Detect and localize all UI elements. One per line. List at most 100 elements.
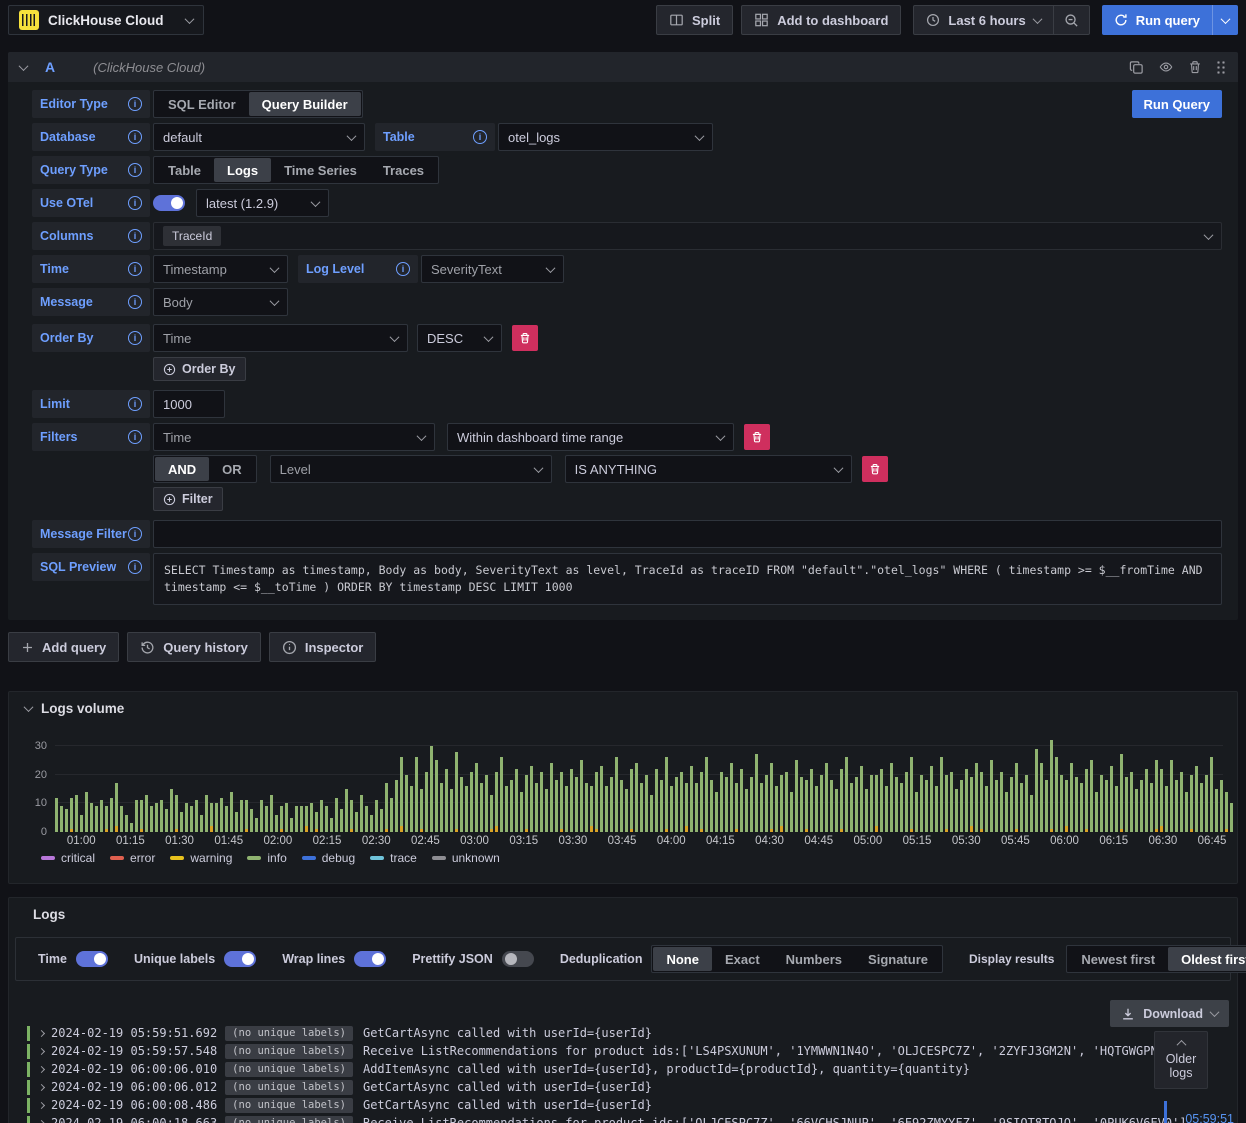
filter-operator-select[interactable]: Within dashboard time range [447,423,734,451]
remove-condition-button[interactable] [861,456,888,482]
legend-item-debug[interactable]: debug [301,851,355,865]
query-history-button[interactable]: Query history [127,632,261,662]
add-to-dashboard-button[interactable]: Add to dashboard [741,5,902,35]
editor-type-option-sql-editor[interactable]: SQL Editor [155,92,249,116]
log-navigation-position-bar[interactable] [1164,1101,1167,1123]
query-header[interactable]: A (ClickHouse Cloud) [8,52,1238,82]
expand-row-icon[interactable] [37,1029,46,1037]
info-icon[interactable] [473,130,487,144]
dedup-option-none[interactable]: None [653,947,712,971]
legend-item-trace[interactable]: trace [370,851,417,865]
split-button[interactable]: Split [656,5,734,35]
expand-row-icon[interactable] [37,1119,46,1123]
log-row[interactable]: 2024-02-19 06:00:18.663 (no unique labels… [27,1114,1237,1123]
table-select[interactable]: otel_logs [498,123,713,151]
display-option-oldest-first[interactable]: Oldest first [1168,947,1246,971]
columns-multiselect[interactable]: TraceId [153,222,1222,250]
log-row[interactable]: 2024-02-19 06:00:06.010 (no unique labels… [27,1060,1237,1078]
filter-field-select[interactable]: Time [153,423,435,451]
chart-plot-area[interactable] [55,740,1233,832]
info-icon[interactable] [128,331,142,345]
sql-preview-text[interactable]: SELECT Timestamp as timestamp, Body as b… [153,553,1222,605]
display-option-newest-first[interactable]: Newest first [1068,947,1168,971]
query-type-option-logs[interactable]: Logs [214,158,272,182]
info-icon[interactable] [128,560,142,574]
query-type-option-traces[interactable]: Traces [370,158,437,182]
datasource-picker[interactable]: ClickHouse Cloud [8,5,204,35]
trash-icon[interactable] [1188,60,1202,74]
query-type-option-time-series[interactable]: Time Series [271,158,370,182]
collapse-chevron-icon[interactable] [23,702,34,713]
info-icon[interactable] [128,527,142,541]
info-icon[interactable] [128,295,142,309]
legend-item-unknown[interactable]: unknown [431,851,500,865]
info-icon[interactable] [128,163,142,177]
message-column-select[interactable]: Body [153,288,288,316]
order-by-field-select[interactable]: Time [153,324,408,352]
chart-bar [1115,740,1118,832]
add-query-button[interactable]: Add query [8,632,120,662]
filter-join-or[interactable]: OR [209,457,255,481]
filter-condition-operator-select[interactable]: IS ANYTHING [564,455,852,483]
expand-row-icon[interactable] [37,1065,46,1073]
info-icon[interactable] [128,430,142,444]
order-by-direction-select[interactable]: DESC [417,324,502,352]
info-icon[interactable] [128,229,142,243]
dedup-option-signature[interactable]: Signature [855,947,941,971]
filter-condition-field-select[interactable]: Level [269,455,552,483]
legend-item-error[interactable]: error [110,851,155,865]
info-icon[interactable] [128,97,142,111]
dedup-option-exact[interactable]: Exact [712,947,773,971]
older-logs-button[interactable]: Older logs [1154,1031,1208,1089]
info-icon[interactable] [128,397,142,411]
remove-order-by-button[interactable] [512,325,538,351]
logs-volume-header[interactable]: Logs volume [9,692,1237,716]
database-select[interactable]: default [153,123,365,151]
prettify-json-toggle[interactable] [501,951,534,967]
expand-row-icon[interactable] [37,1083,46,1091]
log-row[interactable]: 2024-02-19 05:59:57.548 (no unique labels… [27,1042,1237,1060]
info-icon[interactable] [128,130,142,144]
legend-item-critical[interactable]: critical [41,851,95,865]
drag-handle-icon[interactable] [1216,60,1226,74]
info-icon[interactable] [128,196,142,210]
message-filter-input[interactable] [153,520,1222,548]
x-axis-label: 05:30 [951,835,981,847]
expand-row-icon[interactable] [37,1101,46,1109]
eye-icon[interactable] [1158,60,1174,74]
otel-version-select[interactable]: latest (1.2.9) [196,189,329,217]
chart-bar [840,740,843,832]
add-filter-button[interactable]: Filter [153,487,223,511]
run-query-button[interactable]: Run query [1101,5,1212,35]
download-button[interactable]: Download [1110,1000,1229,1027]
column-chip[interactable]: TraceId [163,226,222,246]
filter-join-and[interactable]: AND [155,457,210,481]
log-row[interactable]: 2024-02-19 06:00:08.486 (no unique labels… [27,1096,1237,1114]
legend-item-info[interactable]: info [247,851,287,865]
duplicate-icon[interactable] [1129,60,1144,75]
zoom-out-button[interactable] [1053,5,1090,35]
log-level-column-select[interactable]: SeverityText [421,255,564,283]
wrap-lines-toggle[interactable] [354,951,387,967]
log-row[interactable]: 2024-02-19 06:00:06.012 (no unique labels… [27,1078,1237,1096]
add-order-by-button[interactable]: Order By [153,357,246,381]
run-query-editor-button[interactable]: Run Query [1131,90,1222,118]
inspector-button[interactable]: Inspector [268,632,377,662]
time-range-button[interactable]: Last 6 hours [913,5,1054,35]
dedup-option-numbers[interactable]: Numbers [773,947,855,971]
legend-item-warning[interactable]: warning [170,851,232,865]
limit-input[interactable]: 1000 [153,390,225,418]
log-row[interactable]: 2024-02-19 05:59:51.692 (no unique labels… [27,1024,1237,1042]
run-query-dropdown-button[interactable] [1212,5,1238,35]
time-toggle[interactable] [75,951,108,967]
expand-row-icon[interactable] [37,1047,46,1055]
remove-filter-button[interactable] [744,424,770,450]
info-icon[interactable] [396,262,410,276]
query-type-option-table[interactable]: Table [155,158,214,182]
time-column-select[interactable]: Timestamp [153,255,288,283]
collapse-chevron-icon[interactable] [18,60,29,71]
editor-type-option-query-builder[interactable]: Query Builder [248,92,361,116]
unique-labels-toggle[interactable] [224,951,257,967]
info-icon[interactable] [128,262,142,276]
use-otel-toggle[interactable] [153,195,185,211]
